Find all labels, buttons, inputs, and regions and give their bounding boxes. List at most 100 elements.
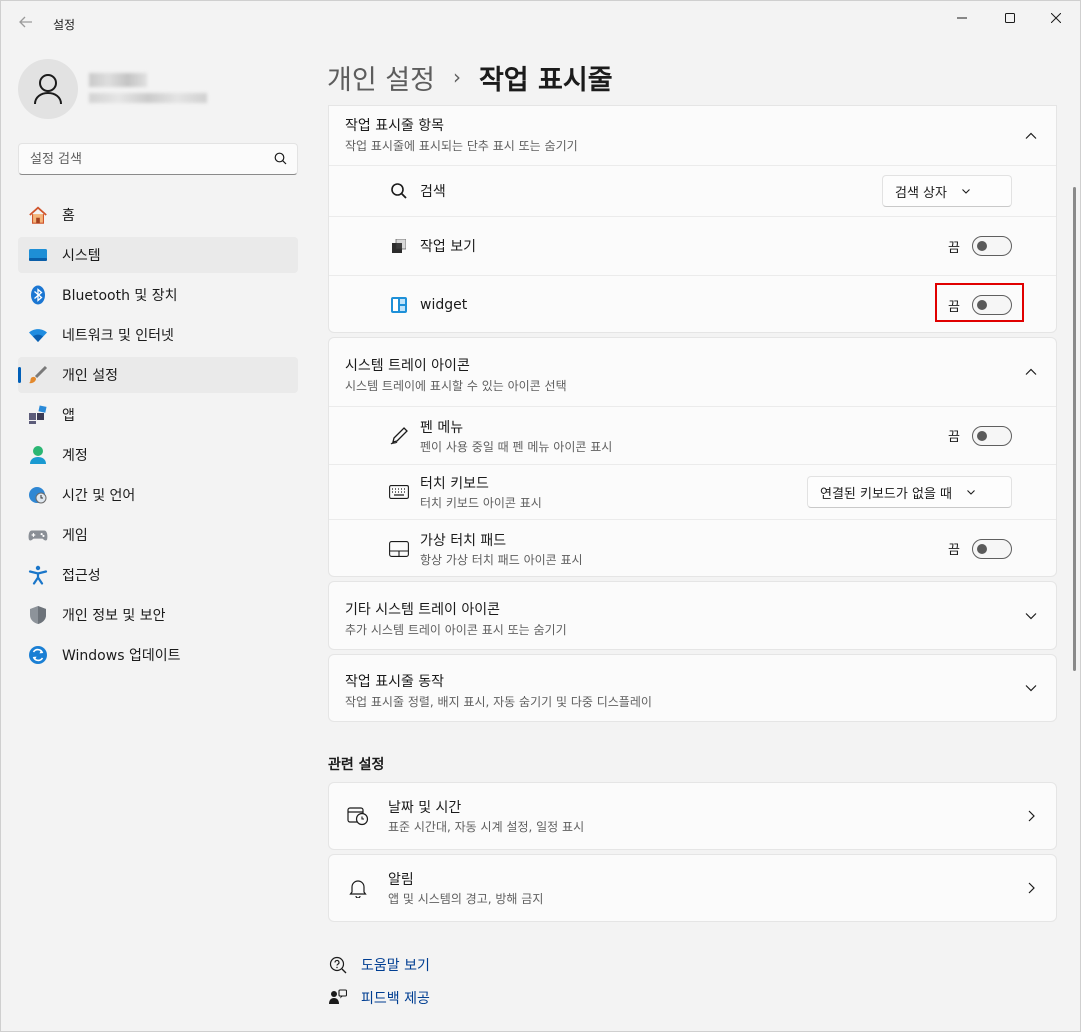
sidebar-item-windows-update[interactable]: Windows 업데이트 (18, 637, 298, 673)
close-button[interactable] (1034, 7, 1078, 29)
row-title: 알림 (388, 872, 414, 888)
touch-keyboard-dropdown[interactable]: 연결된 키보드가 없을 때 (807, 476, 1012, 508)
card-title: 작업 표시줄 항목 (345, 118, 445, 134)
sidebar-item-label: 앱 (62, 408, 75, 424)
minimize-icon (957, 17, 967, 19)
touch-keyboard-row: 터치 키보드 터치 키보드 아이콘 표시 연결된 키보드가 없을 때 (329, 464, 1056, 519)
keyboard-icon (389, 482, 409, 502)
get-help-link[interactable]: 도움말 보기 (328, 955, 430, 975)
active-indicator (18, 367, 21, 383)
related-date-time-link[interactable]: 날짜 및 시간 표준 시간대, 자동 시계 설정, 일정 표시 (328, 782, 1057, 850)
avatar[interactable] (18, 59, 78, 119)
brush-icon (28, 365, 48, 385)
breadcrumb: 개인 설정 › 작업 표시줄 (327, 57, 613, 97)
chevron-up-icon[interactable] (1024, 129, 1038, 143)
profile-name-blurred (89, 73, 147, 87)
dropdown-value: 연결된 키보드가 없을 때 (820, 486, 952, 502)
row-text: 작업 보기 (420, 236, 476, 256)
chevron-down-icon (967, 490, 975, 495)
card-subtitle: 시스템 트레이에 표시할 수 있는 아이콘 선택 (345, 379, 567, 393)
sidebar-item-network[interactable]: 네트워크 및 인터넷 (18, 317, 298, 353)
task-view-icon (389, 236, 409, 256)
sidebar-item-label: 게임 (62, 528, 88, 544)
row-title: 날짜 및 시간 (388, 800, 462, 816)
card-title: 시스템 트레이 아이콘 (345, 358, 470, 374)
card-title: 작업 표시줄 동작 (345, 674, 445, 690)
sidebar-item-label: 네트워크 및 인터넷 (62, 328, 174, 344)
sidebar-item-time-language[interactable]: 시간 및 언어 (18, 477, 298, 513)
wifi-icon (28, 325, 48, 345)
sidebar-item-label: 계정 (62, 448, 88, 464)
user-icon (34, 74, 62, 105)
row-text: 날짜 및 시간 표준 시간대, 자동 시계 설정, 일정 표시 (388, 797, 584, 835)
row-text: 검색 (420, 181, 446, 201)
calendar-clock-icon (347, 805, 369, 827)
account-icon (28, 445, 48, 465)
sidebar-item-label: 개인 정보 및 보안 (62, 608, 166, 624)
chevron-right-icon (1028, 810, 1035, 822)
widget-toggle-highlight (935, 283, 1024, 322)
search-input[interactable] (19, 144, 259, 174)
accessibility-icon (28, 565, 48, 585)
chevron-down-icon[interactable] (1024, 681, 1038, 695)
row-subtitle: 펜이 사용 중일 때 펜 메뉴 아이콘 표시 (420, 439, 613, 454)
search-mode-dropdown[interactable]: 검색 상자 (882, 175, 1012, 207)
row-text: 터치 키보드 터치 키보드 아이콘 표시 (420, 473, 542, 511)
sidebar-item-bluetooth[interactable]: Bluetooth 및 장치 (18, 277, 298, 313)
other-tray-icons-card[interactable]: 기타 시스템 트레이 아이콘 추가 시스템 트레이 아이콘 표시 또는 숨기기 (328, 581, 1057, 650)
system-tray-header[interactable]: 시스템 트레이 아이콘 시스템 트레이에 표시할 수 있는 아이콘 선택 (329, 338, 1056, 406)
back-button[interactable] (15, 13, 37, 35)
sidebar-item-system[interactable]: 시스템 (18, 237, 298, 273)
sidebar-item-apps[interactable]: 앱 (18, 397, 298, 433)
minimize-button[interactable] (940, 7, 984, 29)
taskbar-behaviors-card[interactable]: 작업 표시줄 동작 작업 표시줄 정렬, 배지 표시, 자동 숨기기 및 다중 … (328, 654, 1057, 722)
bell-icon (347, 877, 369, 899)
chevron-down-icon[interactable] (1024, 609, 1038, 623)
search-icon[interactable] (274, 152, 287, 165)
card-subtitle: 작업 표시줄 정렬, 배지 표시, 자동 숨기기 및 다중 디스플레이 (345, 695, 652, 709)
row-subtitle: 표준 시간대, 자동 시계 설정, 일정 표시 (388, 820, 585, 834)
widget-icon (389, 295, 409, 315)
related-settings-title: 관련 설정 (328, 757, 385, 773)
virtual-touchpad-toggle[interactable] (972, 538, 1012, 559)
maximize-button[interactable] (988, 7, 1032, 29)
row-subtitle: 앱 및 시스템의 경고, 방해 금지 (388, 892, 544, 906)
vertical-scrollbar[interactable] (1073, 187, 1076, 671)
related-notifications-link[interactable]: 알림 앱 및 시스템의 경고, 방해 금지 (328, 854, 1057, 922)
task-view-toggle[interactable] (972, 236, 1012, 256)
update-icon (28, 645, 48, 665)
row-text: 펜 메뉴 펜이 사용 중일 때 펜 메뉴 아이콘 표시 (420, 417, 612, 455)
get-help-label: 도움말 보기 (361, 958, 430, 974)
chevron-right-icon (1028, 882, 1035, 894)
breadcrumb-separator: › (452, 65, 461, 89)
sidebar-item-label: Windows 업데이트 (62, 648, 181, 664)
give-feedback-link[interactable]: 피드백 제공 (328, 988, 430, 1008)
row-text: 알림 앱 및 시스템의 경고, 방해 금지 (388, 869, 543, 907)
close-icon (1051, 13, 1061, 23)
toggle-state-label: 끔 (948, 240, 960, 256)
sidebar-item-label: 접근성 (62, 568, 101, 584)
row-title: 터치 키보드 (420, 476, 489, 492)
sidebar-item-label: 시간 및 언어 (62, 488, 136, 504)
sidebar-item-gaming[interactable]: 게임 (18, 517, 298, 553)
gamepad-icon (28, 525, 48, 545)
sidebar-item-accessibility[interactable]: 접근성 (18, 557, 298, 593)
taskbar-items-header[interactable]: 작업 표시줄 항목 작업 표시줄에 표시되는 단추 표시 또는 숨기기 (329, 106, 1056, 165)
profile-email-blurred (89, 93, 207, 103)
row-title: 가상 터치 패드 (420, 532, 507, 549)
taskbar-behaviors-header[interactable]: 작업 표시줄 동작 작업 표시줄 정렬, 배지 표시, 자동 숨기기 및 다중 … (329, 655, 1056, 721)
sidebar-item-accounts[interactable]: 계정 (18, 437, 298, 473)
system-icon (28, 245, 48, 265)
pen-menu-toggle[interactable] (972, 425, 1012, 446)
apps-icon (28, 405, 48, 425)
touchpad-toggle-group: 끔 (948, 538, 1012, 559)
sidebar-item-home[interactable]: 홈 (18, 197, 298, 233)
breadcrumb-parent[interactable]: 개인 설정 (327, 58, 435, 97)
sidebar-item-privacy[interactable]: 개인 정보 및 보안 (18, 597, 298, 633)
sidebar-item-personalization[interactable]: 개인 설정 (18, 357, 298, 393)
other-tray-header[interactable]: 기타 시스템 트레이 아이콘 추가 시스템 트레이 아이콘 표시 또는 숨기기 (329, 582, 1056, 649)
system-tray-card: 시스템 트레이 아이콘 시스템 트레이에 표시할 수 있는 아이콘 선택 펜 메… (328, 337, 1057, 577)
chevron-up-icon[interactable] (1024, 365, 1038, 379)
sidebar-item-label: 홈 (62, 208, 75, 224)
maximize-icon (1005, 13, 1015, 23)
